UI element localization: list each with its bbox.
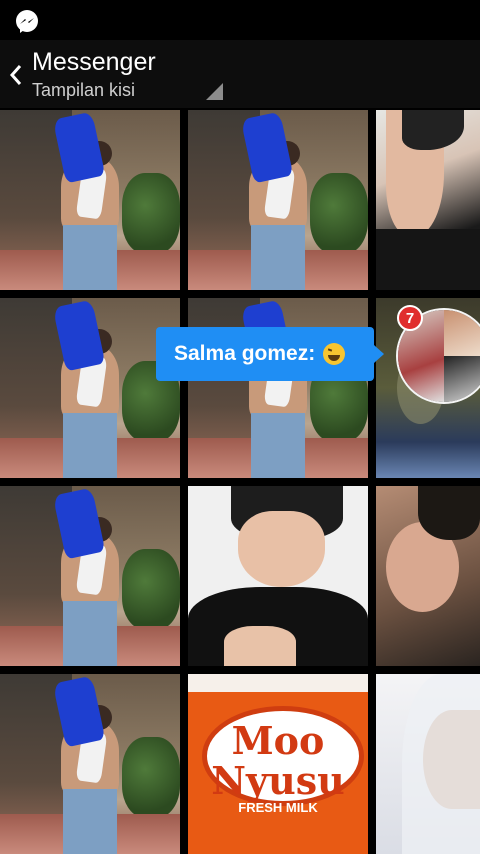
photo-tile[interactable] [188,110,368,290]
photo-tile[interactable] [376,674,480,854]
app-title[interactable]: Messenger [32,48,156,77]
dropdown-corner-icon[interactable] [206,83,223,100]
photo-grid: Moo Nyusu FRESH MILK [0,110,480,854]
back-icon[interactable] [8,64,24,86]
bubble-pointer [374,345,384,363]
photo-tile[interactable] [0,674,180,854]
view-mode-subtitle[interactable]: Tampilan kisi [32,80,135,101]
status-bar [0,0,480,40]
fresh-milk-label: FRESH MILK [238,800,318,815]
photo-tile[interactable] [188,486,368,666]
chat-head-message-bubble[interactable]: Salma gomez: [156,327,384,381]
messenger-icon [16,10,38,33]
photo-tile[interactable] [0,486,180,666]
photo-tile[interactable] [188,298,368,478]
action-bar: Messenger Tampilan kisi [0,40,480,108]
unread-count-badge: 7 [397,305,423,331]
photo-tile[interactable] [376,110,480,290]
photo-tile[interactable] [376,486,480,666]
chat-message-text: Salma gomez: [174,342,316,365]
laughing-emoji-icon [323,343,346,365]
photo-tile[interactable] [0,298,180,478]
photo-tile[interactable] [0,110,180,290]
moo-nyusu-logo: Moo Nyusu [211,717,345,803]
photo-tile[interactable]: Moo Nyusu FRESH MILK [188,674,368,854]
